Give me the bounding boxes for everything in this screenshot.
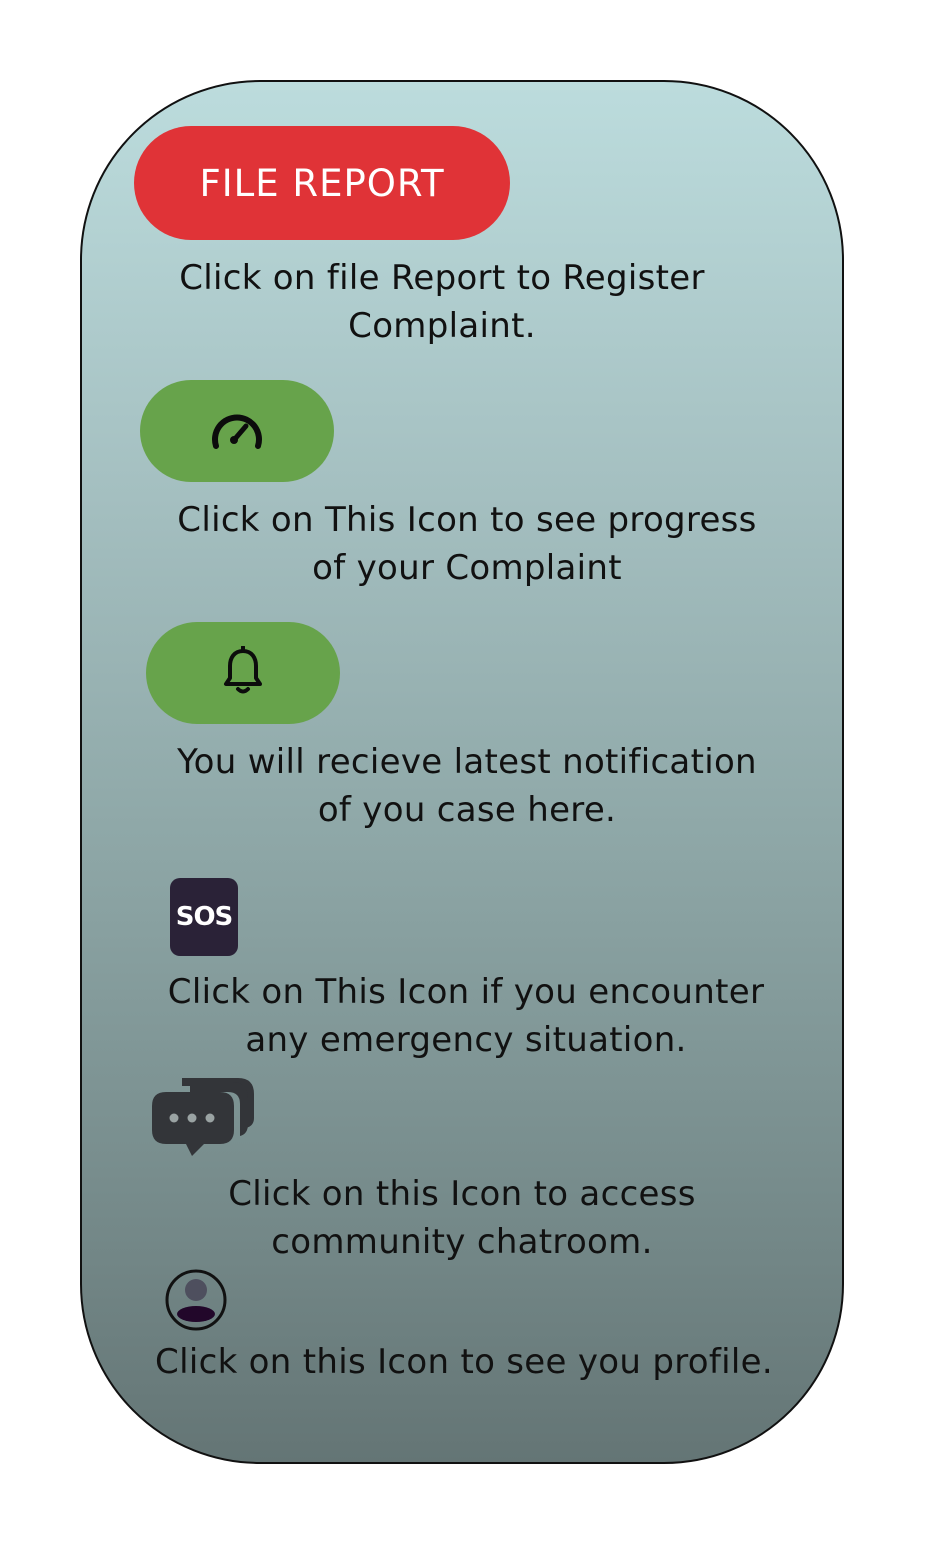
progress-description: Click on This Icon to see progress of yo… xyxy=(177,500,757,588)
sos-label: SOS xyxy=(175,902,234,932)
profile-button[interactable] xyxy=(164,1268,228,1332)
chatroom-button[interactable] xyxy=(152,1074,256,1162)
file-report-description: Click on file Report to Register Complai… xyxy=(179,258,705,346)
chatroom-description: Click on this Icon to access community c… xyxy=(228,1174,696,1262)
help-guide-card: FILE REPORT Click on file Report to Regi… xyxy=(80,80,844,1464)
notifications-button[interactable] xyxy=(146,622,340,724)
sos-description: Click on This Icon if you encounter any … xyxy=(167,972,765,1060)
bell-icon xyxy=(222,645,264,700)
chat-bubbles-icon xyxy=(152,1078,256,1166)
profile-avatar-icon xyxy=(164,1269,228,1336)
notifications-description: You will recieve latest notification of … xyxy=(177,742,757,830)
speedometer-icon xyxy=(208,406,266,456)
file-report-label: FILE REPORT xyxy=(199,161,445,205)
file-report-button[interactable]: FILE REPORT xyxy=(134,126,510,240)
progress-button[interactable] xyxy=(140,380,334,482)
sos-button[interactable]: SOS xyxy=(170,878,238,956)
profile-description: Click on this Icon to see you profile. xyxy=(155,1342,773,1382)
